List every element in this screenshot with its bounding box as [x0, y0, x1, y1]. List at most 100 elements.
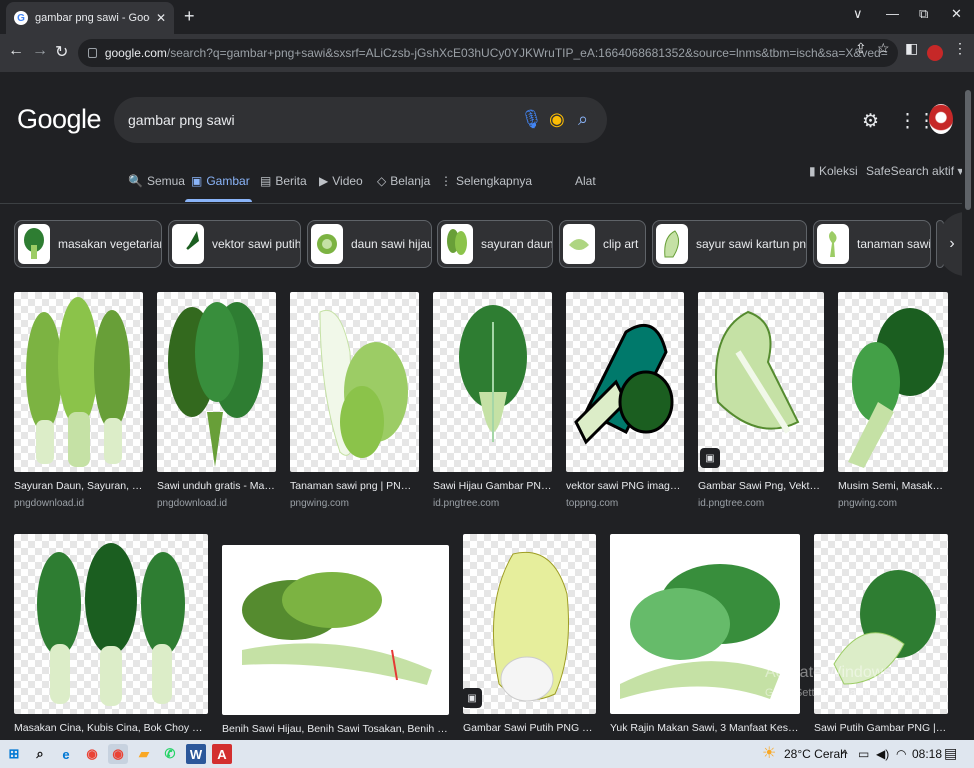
chip-label: sayur sawi kartun png [696, 237, 807, 251]
side-panel-icon[interactable]: ◧ [905, 40, 918, 57]
bookmark-star-icon[interactable]: ☆ [877, 40, 890, 57]
reload-icon[interactable]: ↻ [55, 42, 68, 62]
tray-chevron-icon[interactable]: ^ [842, 747, 848, 761]
chip[interactable]: tanaman sawi [813, 220, 931, 268]
google-logo[interactable]: Google [17, 104, 102, 135]
notifications-icon[interactable]: ▤ [944, 745, 957, 762]
result-source[interactable]: pngwing.com [290, 498, 419, 509]
result-title[interactable]: Benih Sawi Hijau, Benih Sawi Tosakan, Be… [222, 723, 449, 735]
image-result[interactable]: Tanaman sawi png | PNGWing pngwing.com [290, 292, 419, 509]
volume-icon[interactable]: ◀) [876, 747, 889, 761]
chrome-menu-icon[interactable]: ⋮ [953, 40, 967, 57]
result-title[interactable]: Masakan Cina, Kubis Cina, Bok Choy gamba… [14, 722, 208, 734]
chip[interactable]: vektor sawi putih [168, 220, 301, 268]
image-result[interactable]: Benih Sawi Hijau, Benih Sawi Tosakan, Be… [222, 534, 449, 735]
account-avatar[interactable] [929, 104, 953, 134]
pdf-reader-icon[interactable]: A [212, 744, 232, 764]
chrome-active-icon[interactable]: ◉ [108, 744, 128, 764]
result-source[interactable]: toppng.com [566, 498, 684, 509]
result-title[interactable]: vektor sawi PNG image wit... [566, 480, 684, 492]
word-icon[interactable]: W [186, 744, 206, 764]
collections-link[interactable]: ▮ Koleksi [809, 164, 858, 178]
weather-text[interactable]: 28°C Cerah [784, 747, 847, 761]
result-thumbnail[interactable] [14, 534, 208, 714]
chip[interactable]: daun sawi hijau [307, 220, 432, 268]
result-source[interactable]: id.pngtree.com [698, 498, 824, 509]
edge-browser-icon[interactable]: e [56, 744, 76, 764]
image-result[interactable]: vektor sawi PNG image wit... toppng.com [566, 292, 684, 509]
tab-video[interactable]: ▶ Video [319, 174, 363, 188]
search-submit-icon[interactable]: ⌕ [578, 109, 588, 130]
result-thumbnail[interactable]: ▣ [698, 292, 824, 472]
voice-search-mic-icon[interactable]: 🎙 [520, 109, 543, 130]
address-bar[interactable]: google.com/search?q=gambar+png+sawi&sxsr… [78, 39, 898, 67]
result-title[interactable]: Sawi Putih Gambar PNG | File ... [814, 722, 948, 734]
restore-button[interactable]: ⧉ [919, 6, 928, 22]
weather-sun-icon[interactable]: ☀ [762, 743, 776, 763]
chip[interactable]: masakan vegetarian [14, 220, 162, 268]
image-result[interactable]: Sawi unduh gratis - Masak... pngdownload… [157, 292, 276, 509]
tab-close-icon[interactable]: ✕ [156, 11, 166, 25]
search-icon[interactable]: ⌕ [30, 744, 50, 764]
result-thumbnail[interactable] [14, 292, 143, 472]
result-title[interactable]: Tanaman sawi png | PNGWing [290, 480, 419, 492]
news-icon: ▤ [260, 174, 272, 188]
browser-tab[interactable]: G gambar png sawi - Google Penel ✕ [6, 2, 174, 34]
new-tab-button[interactable]: + [184, 6, 195, 27]
result-thumbnail[interactable] [157, 292, 276, 472]
result-thumbnail[interactable] [566, 292, 684, 472]
tab-gambar[interactable]: ▣ Gambar [191, 174, 250, 188]
tab-selengkapnya[interactable]: ⋮ Selengkapnya [440, 174, 532, 188]
wifi-icon[interactable]: ◠ [896, 747, 906, 761]
result-title[interactable]: Sawi unduh gratis - Masak... [157, 480, 276, 492]
chip[interactable]: sayuran daun [437, 220, 553, 268]
result-thumbnail[interactable] [290, 292, 419, 472]
tab-berita[interactable]: ▤ Berita [260, 174, 307, 188]
result-source[interactable]: pngdownload.id [157, 498, 276, 509]
safesearch-toggle[interactable]: SafeSearch aktif ▾ [866, 164, 963, 178]
whatsapp-icon[interactable]: ✆ [160, 744, 180, 764]
image-result[interactable]: Yuk Rajin Makan Sawi, 3 Manfaat Kesehata… [610, 534, 800, 734]
settings-gear-icon[interactable]: ⚙ [862, 110, 879, 133]
close-window-button[interactable]: ✕ [951, 6, 962, 22]
image-result[interactable]: Musim Semi, Masakan V... pngwing.com [838, 292, 948, 509]
tab-search-icon[interactable]: ∨ [853, 6, 863, 22]
clock-time[interactable]: 08:18 [912, 747, 942, 761]
share-icon[interactable]: ⇪ [855, 40, 867, 57]
result-title[interactable]: Gambar Sawi Png, Vektor, PS... [698, 480, 824, 492]
lens-camera-icon[interactable]: ◉ [549, 109, 565, 130]
windows-start-icon[interactable]: ⊞ [4, 744, 24, 764]
result-title[interactable]: Sawi Hijau Gambar PNG | F... [433, 480, 552, 492]
profile-avatar-icon[interactable] [927, 45, 943, 61]
result-title[interactable]: Gambar Sawi Putih PNG Undu... [463, 722, 596, 734]
result-thumbnail[interactable] [222, 545, 449, 715]
image-result[interactable]: Sawi Hijau Gambar PNG | F... id.pngtree.… [433, 292, 552, 509]
image-result[interactable]: Masakan Cina, Kubis Cina, Bok Choy gamba… [14, 534, 208, 734]
result-source[interactable]: pngwing.com [838, 498, 948, 509]
image-result[interactable]: Sawi Putih Gambar PNG | File ... [814, 534, 948, 734]
result-title[interactable]: Musim Semi, Masakan V... [838, 480, 948, 492]
result-thumbnail[interactable]: ▣ [463, 534, 596, 714]
result-thumbnail[interactable] [433, 292, 552, 472]
result-title[interactable]: Sayuran Daun, Sayuran, Collar... [14, 480, 143, 492]
image-result[interactable]: ▣ Gambar Sawi Png, Vektor, PS... id.pngt… [698, 292, 824, 509]
tab-semua[interactable]: 🔍 Semua [128, 174, 185, 188]
result-title[interactable]: Yuk Rajin Makan Sawi, 3 Manfaat Kesehata… [610, 722, 800, 734]
chrome-icon[interactable]: ◉ [82, 744, 102, 764]
minimize-button[interactable]: — [886, 6, 899, 21]
scrollbar-thumb[interactable] [965, 90, 971, 210]
tools-button[interactable]: Alat [575, 174, 596, 188]
image-result[interactable]: ▣ Gambar Sawi Putih PNG Undu... [463, 534, 596, 734]
tab-belanja[interactable]: ◇ Belanja [377, 174, 430, 188]
back-arrow-icon[interactable]: ← [8, 42, 24, 60]
file-explorer-icon[interactable]: ▰ [134, 744, 154, 764]
product-tag-icon: ▣ [463, 688, 482, 708]
result-source[interactable]: id.pngtree.com [433, 498, 552, 509]
image-result[interactable]: Sayuran Daun, Sayuran, Collar... pngdown… [14, 292, 143, 509]
result-source[interactable]: pngdownload.id [14, 498, 143, 509]
result-thumbnail[interactable] [838, 292, 948, 472]
network-icon[interactable]: ▭ [858, 747, 869, 761]
forward-arrow-icon[interactable]: → [32, 42, 48, 60]
chip[interactable]: clip art [559, 220, 646, 268]
chip[interactable]: sayur sawi kartun png [652, 220, 807, 268]
